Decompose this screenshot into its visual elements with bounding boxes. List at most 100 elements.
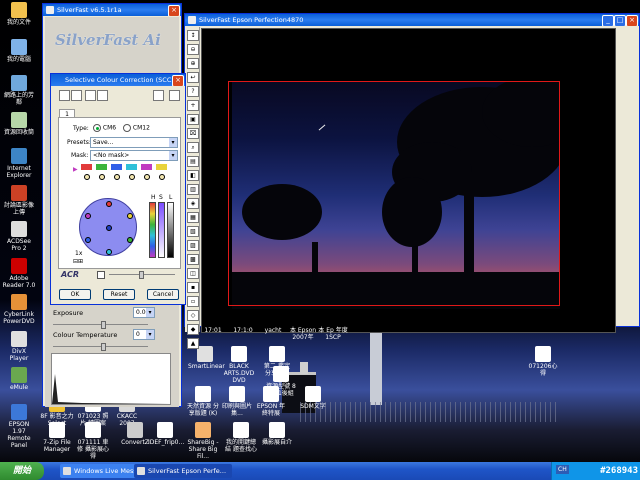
next-icon[interactable] [97,90,108,101]
wheel-colour-dot[interactable] [126,237,133,243]
preview-tool-button[interactable]: ▣ [187,114,199,125]
ok-button[interactable]: OK [59,289,91,300]
desktop-icon[interactable]: eMule [2,367,36,391]
maximize-button[interactable]: □ [614,15,626,26]
colour-swatch[interactable] [126,164,137,170]
exposure-field[interactable]: 0.00 [133,307,155,318]
wheel-colour-dot[interactable] [106,249,112,255]
colour-swatch[interactable] [81,164,92,170]
wheel-center-dot[interactable] [106,225,112,231]
language-indicator[interactable]: CH [556,465,569,474]
colour-swatch[interactable] [96,164,107,170]
cm6-radio[interactable] [93,124,101,132]
desktop-icon[interactable]: IDEF_frip0... [148,422,184,446]
desktop-icon[interactable]: 網路上的芳鄰 [2,75,36,106]
sf-main-title-bar[interactable]: SilverFast v6.5.1r1a × [43,4,181,16]
preview-tool-button[interactable]: ▥ [187,184,199,195]
preview-tool-button[interactable]: ▩ [187,254,199,265]
colour-swatch[interactable] [141,164,152,170]
scc-close-button[interactable]: × [172,75,184,86]
taskbar-messenger[interactable]: Windows Live Messen... [60,464,144,478]
desktop-icon[interactable]: BLACK ARTS.DVD DVD [222,346,256,384]
desktop-icon[interactable]: Adobe Reader 7.0 [2,257,36,289]
close-button[interactable]: × [626,15,638,26]
desktop-icon[interactable]: ConvertZ [118,422,152,446]
expert-icon[interactable] [153,90,164,101]
preview-tool-button[interactable]: ⊖ [187,44,199,55]
preview-tool-button[interactable]: ⌕ [187,142,199,153]
preview-tool-button[interactable]: ▤ [187,156,199,167]
colour-swatch[interactable] [156,164,167,170]
colour-wheel[interactable] [79,198,137,256]
wheel-colour-dot[interactable] [126,213,133,219]
preview-tool-button[interactable]: ⌧ [187,128,199,139]
preview-tool-button[interactable]: ◇ [187,310,199,321]
preview-tool-button[interactable]: ▫ [187,296,199,307]
temp-slider-knob[interactable] [100,343,106,351]
saturation-bar[interactable] [158,202,165,258]
desktop-icon[interactable]: 071206心得 [526,346,560,377]
scc-dialog[interactable]: Selective Colour Correction (SCC) × 1 Ty… [50,73,186,305]
desktop-icon[interactable]: 資源回收筒 [2,111,36,136]
taskbar-silverfast[interactable]: SilverFast Epson Perfe... [134,464,232,478]
delete-icon[interactable] [71,90,82,101]
desktop-icon[interactable]: Internet Explorer [2,148,36,179]
minimize-button[interactable]: _ [602,15,614,26]
preview-tool-button[interactable]: ▨ [187,240,199,251]
type-cm12-option[interactable]: CM12 [123,124,150,132]
desktop-icon[interactable]: SmartLinear [188,346,225,370]
acr-slider-knob[interactable] [138,271,144,279]
zoom-buttons[interactable]: ⊟⊞ [73,258,83,265]
colour-swatch[interactable] [111,164,122,170]
preview-tool-button[interactable]: ▧ [187,226,199,237]
prev-icon[interactable] [85,90,96,101]
help-icon[interactable] [169,90,180,101]
desktop-icon[interactable]: 印刷與圖片集... [220,386,254,417]
preview-tool-button[interactable]: ▦ [187,212,199,223]
mask-select[interactable]: <No mask> [90,150,178,161]
preview-tool-button[interactable]: ▪ [187,282,199,293]
desktop-icon[interactable]: 071111 車修 攝影展心得 [76,422,110,460]
scan-frame[interactable] [228,81,560,306]
desktop-icon[interactable]: 資源型號 8月11後組 [264,366,298,397]
desktop-icon[interactable]: 我的文件 [2,2,36,26]
desktop-icon[interactable]: 7-Zip File Manager [40,422,74,453]
desktop-icon[interactable]: EPSON 1.97 Remote Panel [2,403,36,449]
sf-close-button[interactable]: × [168,5,180,16]
preview-tool-button[interactable]: ▲ [187,338,199,349]
preview-area[interactable] [201,28,616,333]
type-cm6-option[interactable]: CM6 [93,124,116,132]
desktop-icon[interactable]: 我的開鍵總結 題查找心 [224,422,258,453]
wheel-colour-dot[interactable] [85,237,92,243]
preview-tool-button[interactable]: ↩ [187,72,199,83]
presets-select[interactable]: Save... [90,137,178,148]
preview-tool-button[interactable]: ⊕ [187,58,199,69]
wheel-colour-dot[interactable] [106,201,112,207]
cm12-radio[interactable] [123,124,131,132]
preview-tool-button[interactable]: + [187,100,199,111]
desktop-icon[interactable]: ACDSee Pro 2 [2,221,36,252]
acr-checkbox[interactable] [97,271,105,279]
hue-bar[interactable] [149,202,156,258]
scc-title-bar[interactable]: Selective Colour Correction (SCC) × [51,74,185,86]
preview-window[interactable]: SilverFast Epson Perfection4870 _ □ × ↕ ⊖… [184,13,640,349]
preview-tool-button[interactable]: ◫ [187,268,199,279]
reset-button[interactable]: Reset [103,289,135,300]
desktop-icon[interactable]: 攝影展自介 [260,422,294,446]
start-button[interactable]: 開始 [0,462,44,480]
wheel-colour-dot[interactable] [85,213,92,219]
desktop-icon[interactable]: 我的電腦 [2,38,36,63]
cancel-button[interactable]: Cancel [147,289,179,300]
preview-title-bar[interactable]: SilverFast Epson Perfection4870 _ □ × [185,14,639,26]
preview-tool-button[interactable]: ↕ [187,30,199,41]
preview-tool-button[interactable]: ? [187,86,199,97]
desktop-icon[interactable]: 討論區影像上傳 [2,184,36,216]
new-icon[interactable] [59,90,70,101]
desktop-icon[interactable]: DivX Player [2,330,36,362]
desktop-icon[interactable]: ShareBig - Share Big Fil... [186,422,220,460]
desktop-icon[interactable]: CyberLink PowerDVD [2,294,36,325]
preview-tool-button[interactable]: ◧ [187,170,199,181]
lightness-bar[interactable] [167,202,174,258]
desktop-icon[interactable]: SDM文字 [296,386,330,410]
preview-tool-button[interactable]: ◈ [187,198,199,209]
